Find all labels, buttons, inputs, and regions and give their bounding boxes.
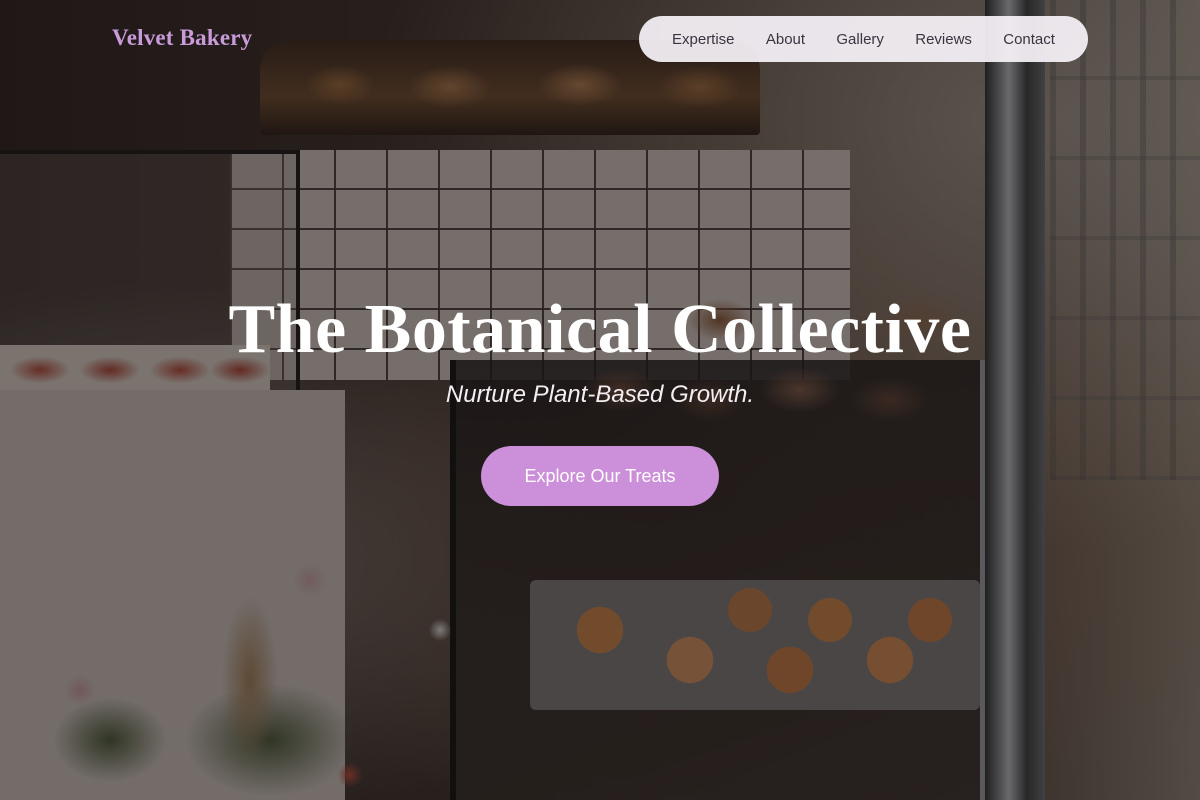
hero-section: Velvet Bakery Expertise About Gallery Re…	[0, 0, 1200, 800]
brand-logo[interactable]: Velvet Bakery	[112, 25, 252, 51]
nav-item-expertise[interactable]: Expertise	[672, 31, 735, 48]
explore-treats-button[interactable]: Explore Our Treats	[481, 446, 719, 506]
nav-item-about[interactable]: About	[766, 31, 805, 48]
nav-item-gallery[interactable]: Gallery	[836, 31, 884, 48]
hero-subtitle: Nurture Plant-Based Growth.	[445, 381, 755, 408]
main-nav: Expertise About Gallery Reviews Contact	[639, 16, 1088, 62]
hero-title: The Botanical Collective	[228, 291, 972, 368]
nav-item-reviews[interactable]: Reviews	[915, 31, 972, 48]
nav-item-contact[interactable]: Contact	[1003, 31, 1055, 48]
